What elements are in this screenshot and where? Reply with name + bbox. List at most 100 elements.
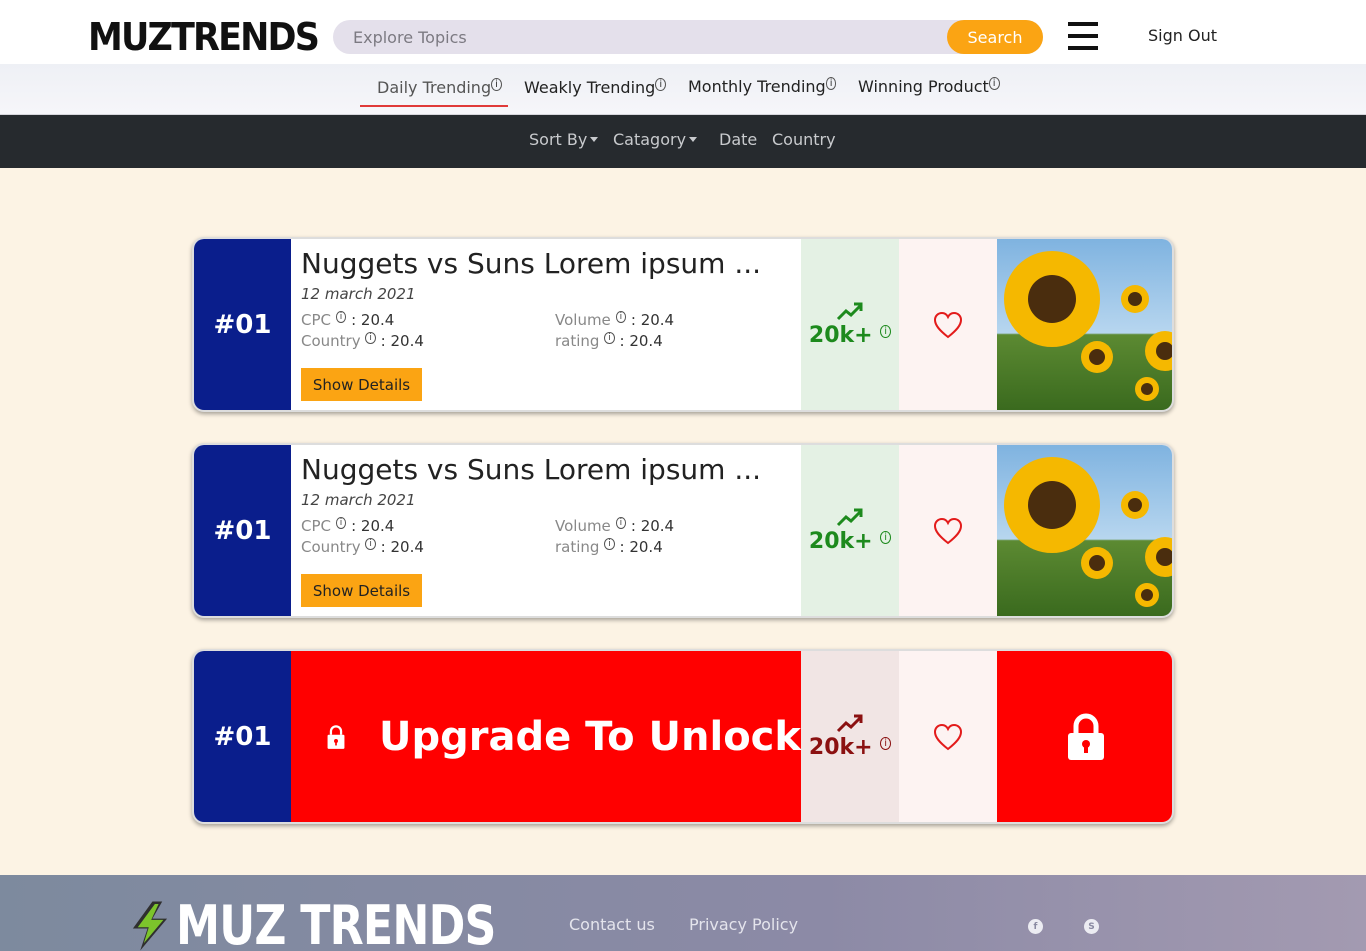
heart-icon: [933, 517, 963, 544]
trend-cell: 20k+ i: [801, 651, 899, 822]
rank-badge: #01: [194, 445, 291, 616]
trending-tabs: Daily Trending i Weakly Trending i Monthly…: [0, 64, 1366, 115]
favorite-button[interactable]: [899, 445, 997, 616]
trending-up-icon: [836, 508, 863, 527]
tab-monthly-trending[interactable]: Monthly Trending i: [688, 76, 837, 96]
show-details-button[interactable]: Show Details: [301, 368, 422, 401]
rating-value: : 20.4: [619, 332, 663, 350]
cpc-label: CPC: [301, 517, 331, 535]
facebook-icon[interactable]: f: [1028, 919, 1043, 934]
caret-down-icon: [689, 136, 698, 142]
tab-label: Daily Trending: [377, 78, 492, 97]
skype-icon[interactable]: S: [1084, 919, 1099, 934]
upgrade-message: Upgrade To Unlock: [291, 651, 801, 822]
search-input[interactable]: [333, 20, 953, 54]
card-title: Nuggets vs Suns Lorem ipsum ...: [301, 453, 762, 486]
favorite-button[interactable]: [899, 239, 997, 410]
info-icon: i: [335, 517, 347, 529]
lock-icon: [1067, 713, 1104, 760]
country-value: : 20.4: [380, 332, 424, 350]
brand-logo[interactable]: MUZTRENDS: [84, 14, 324, 60]
upgrade-cell[interactable]: Upgrade To Unlock: [291, 651, 801, 822]
cpc-value: : 20.4: [351, 517, 395, 535]
lightning-logo-icon: [132, 901, 168, 951]
locked-image-placeholder: [997, 651, 1172, 822]
sign-out-link[interactable]: Sign Out: [1148, 26, 1217, 45]
date-filter[interactable]: Date: [719, 130, 757, 149]
info-icon: i: [988, 76, 1000, 90]
show-details-button[interactable]: Show Details: [301, 574, 422, 607]
hamburger-menu-icon[interactable]: [1068, 22, 1098, 50]
card-info: Nuggets vs Suns Lorem ipsum ... 12 march…: [291, 445, 801, 616]
filter-bar: Sort By Catagory Date Country: [0, 115, 1366, 168]
trend-card: #01 Nuggets vs Suns Lorem ipsum ... 12 m…: [192, 443, 1174, 618]
country-value: : 20.4: [380, 538, 424, 556]
trend-number: 20k+: [808, 529, 873, 554]
country-label: Country: [301, 538, 361, 556]
volume-label: Volume: [555, 517, 611, 535]
category-label: Catagory: [613, 130, 687, 149]
volume-value: : 20.4: [630, 517, 675, 535]
volume-stat: Volume i : 20.4: [555, 517, 674, 535]
active-tab-indicator: [360, 105, 508, 107]
tab-weekly-trending[interactable]: Weakly Trending i: [524, 77, 667, 97]
trend-value: 20k+ i: [808, 529, 892, 554]
rank-badge: #01: [194, 651, 291, 822]
heart-icon: [933, 723, 963, 750]
lock-icon: [327, 724, 345, 749]
footer-logo[interactable]: MUZ TRENDS: [128, 899, 566, 951]
rank-badge: #01: [194, 239, 291, 410]
info-icon: i: [615, 517, 627, 529]
sunflower-image: [997, 239, 1172, 410]
trend-cell: 20k+ i: [801, 239, 899, 410]
trend-number: 20k+: [808, 735, 873, 760]
info-icon: i: [655, 77, 667, 91]
info-icon: i: [604, 538, 615, 550]
sort-by-dropdown[interactable]: Sort By: [529, 130, 599, 149]
favorite-button[interactable]: [899, 651, 997, 822]
trend-value: 20k+ i: [808, 323, 892, 348]
info-icon: i: [365, 538, 376, 550]
rating-stat: rating i : 20.4: [555, 332, 663, 350]
heart-icon: [933, 311, 963, 338]
volume-label: Volume: [555, 311, 611, 329]
cpc-stat: CPC i : 20.4: [301, 311, 394, 329]
tab-winning-product[interactable]: Winning Product i: [858, 76, 1000, 96]
info-icon: i: [365, 332, 376, 344]
volume-stat: Volume i : 20.4: [555, 311, 674, 329]
info-icon: i: [604, 332, 615, 344]
site-footer: MUZ TRENDS Contact us Privacy Policy f S: [0, 875, 1366, 951]
info-icon: i: [880, 530, 892, 544]
card-info: Nuggets vs Suns Lorem ipsum ... 12 march…: [291, 239, 801, 410]
privacy-policy-link[interactable]: Privacy Policy: [689, 915, 798, 934]
brand-logo-text: MUZTRENDS: [88, 15, 320, 59]
cpc-label: CPC: [301, 311, 331, 329]
info-icon: i: [335, 311, 347, 323]
card-date: 12 march 2021: [301, 491, 416, 509]
tab-label: Weakly Trending: [524, 78, 656, 97]
info-icon: i: [491, 77, 502, 91]
trending-up-icon: [836, 714, 863, 733]
rating-label: rating: [555, 538, 600, 556]
locked-trend-card: #01 Upgrade To Unlock 20k+ i: [192, 649, 1174, 824]
search-button[interactable]: Search: [947, 20, 1043, 54]
tab-label: Winning Product: [858, 77, 989, 96]
card-title: Nuggets vs Suns Lorem ipsum ...: [301, 247, 762, 280]
country-filter[interactable]: Country: [772, 130, 836, 149]
trend-cell: 20k+ i: [801, 445, 899, 616]
sunflower-image: [997, 445, 1172, 616]
upgrade-text: Upgrade To Unlock: [379, 713, 801, 760]
rating-stat: rating i : 20.4: [555, 538, 663, 556]
rating-label: rating: [555, 332, 600, 350]
cpc-stat: CPC i : 20.4: [301, 517, 394, 535]
info-icon: i: [880, 736, 892, 750]
caret-down-icon: [590, 136, 599, 142]
trend-value: 20k+ i: [808, 735, 892, 760]
tab-daily-trending[interactable]: Daily Trending i: [377, 77, 502, 97]
country-label: Country: [301, 332, 361, 350]
sort-by-label: Sort By: [529, 130, 588, 149]
category-dropdown[interactable]: Catagory: [613, 130, 698, 149]
trend-number: 20k+: [808, 323, 873, 348]
contact-us-link[interactable]: Contact us: [569, 915, 655, 934]
country-stat: Country i : 20.4: [301, 332, 424, 350]
